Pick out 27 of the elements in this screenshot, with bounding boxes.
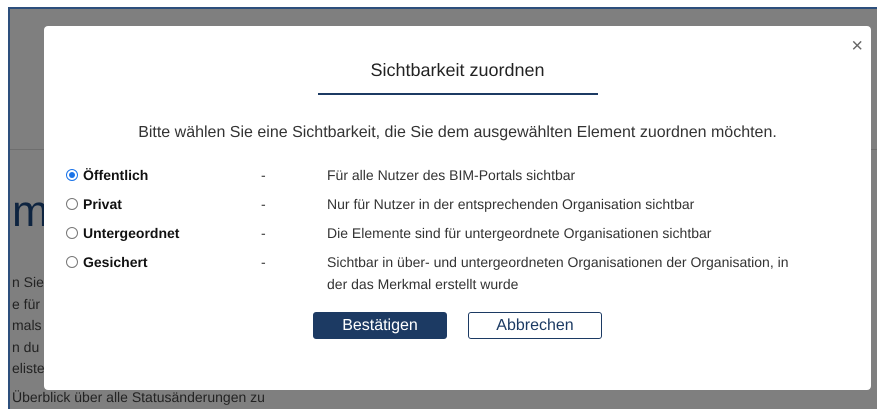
- dialog-title: Sichtbarkeit zuordnen: [318, 57, 598, 95]
- confirm-button[interactable]: Bestätigen: [313, 312, 447, 339]
- option-label[interactable]: Untergeordnet: [83, 222, 261, 244]
- page-text: mals: [12, 316, 42, 335]
- option-separator: -: [261, 252, 267, 272]
- page-text: Überblick über alle Statusänderungen zu: [12, 388, 265, 407]
- option-label[interactable]: Öffentlich: [83, 164, 261, 186]
- option-separator: -: [261, 194, 267, 214]
- radio-button[interactable]: [66, 198, 78, 210]
- close-button[interactable]: ×: [851, 36, 863, 56]
- option-label[interactable]: Privat: [83, 192, 261, 214]
- option-separator: -: [261, 224, 267, 242]
- page-text: n du: [12, 338, 40, 356]
- option-description: Sichtbar in über- und untergeordneten Organisationen der Organisation, in der das Merkmal erstellt wurde: [327, 252, 790, 294]
- option-separator: -: [261, 166, 267, 184]
- option-description: Die Elemente sind für untergeordnete Organisationen sichtbar: [327, 224, 712, 243]
- page-text: eliste: [12, 359, 45, 378]
- option-description: Für alle Nutzer des BIM-Portals sichtbar: [327, 166, 576, 184]
- option-label[interactable]: Gesichert: [83, 250, 261, 272]
- page-text: e für: [12, 294, 40, 314]
- page-text: n Sie: [12, 273, 44, 292]
- option-description: Nur für Nutzer in der entsprechenden Organisation sichtbar: [327, 194, 696, 214]
- dialog-intro: Bitte wählen Sie eine Sichtbarkeit, die Sie dem ausgewählten Element zuordnen möchten.: [137, 123, 778, 143]
- radio-button[interactable]: [66, 256, 78, 268]
- cancel-button[interactable]: Abbrechen: [468, 312, 602, 339]
- radio-button[interactable]: [66, 226, 78, 238]
- radio-button[interactable]: [66, 168, 78, 180]
